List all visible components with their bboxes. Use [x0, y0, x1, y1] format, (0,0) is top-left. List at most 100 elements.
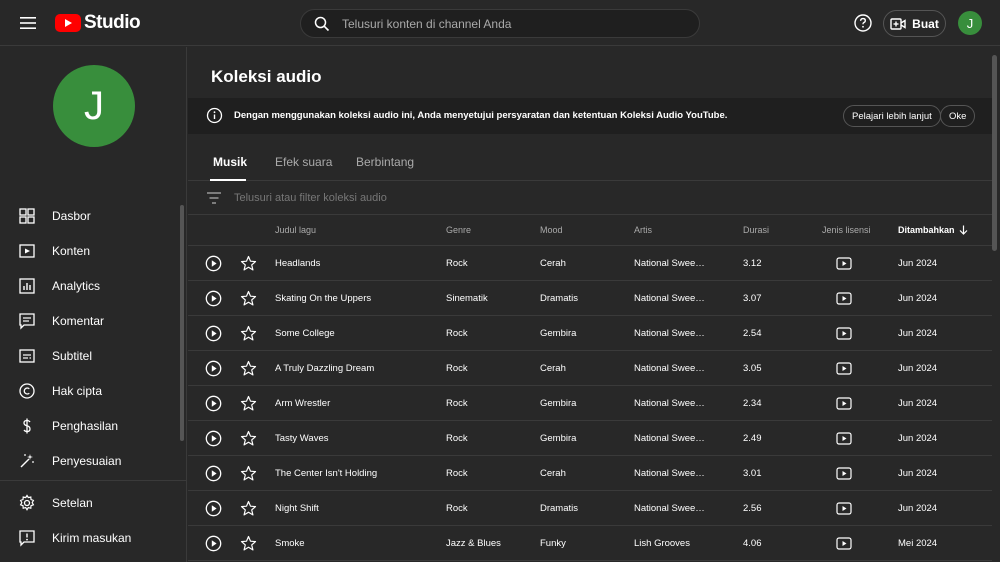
tab-efek-suara[interactable]: Efek suara	[275, 155, 332, 169]
hamburger-menu-icon[interactable]	[16, 11, 40, 35]
track-artist: National Swee…	[634, 503, 705, 514]
track-mood: Dramatis	[540, 293, 579, 304]
youtube-studio-logo[interactable]: Studio	[55, 12, 141, 34]
star-icon[interactable]	[240, 500, 257, 517]
page-title: Koleksi audio	[211, 67, 322, 86]
learn-more-button[interactable]: Pelajari lebih lanjut	[843, 105, 941, 127]
sidebar-item-analytics[interactable]: Analytics	[0, 268, 180, 303]
table-row[interactable]: Arm Wrestler Rock Gembira National Swee… 2.3…	[188, 386, 992, 421]
subtitles-icon	[19, 348, 35, 363]
tab-bar: Musik Efek suara Berbintang	[188, 151, 992, 181]
search-input[interactable]: Telusuri konten di channel Anda	[342, 17, 511, 31]
star-icon[interactable]	[240, 360, 257, 377]
table-row[interactable]: Headlands Rock Cerah National Swee… 3.12 Jun …	[188, 246, 992, 281]
sidebar-item-kirim-masukan[interactable]: Kirim masukan	[0, 520, 180, 555]
tab-musik[interactable]: Musik	[213, 155, 247, 169]
channel-avatar[interactable]: J	[53, 65, 135, 147]
filter-icon[interactable]	[207, 192, 221, 204]
filter-input[interactable]: Telusuri atau filter koleksi audio	[234, 192, 387, 204]
play-icon[interactable]	[205, 535, 222, 552]
sidebar-item-setelan[interactable]: Setelan	[0, 485, 180, 520]
table-row[interactable]: Night Shift Rock Dramatis National Swee… 2.5…	[188, 491, 992, 526]
track-mood: Funky	[540, 538, 566, 549]
column-header-license[interactable]: Jenis lisensi	[822, 225, 871, 235]
play-icon[interactable]	[205, 395, 222, 412]
track-added-date: Jun 2024	[898, 503, 938, 514]
sidebar-item-label: Setelan	[52, 495, 93, 510]
create-label: Buat	[912, 16, 939, 31]
account-avatar[interactable]: J	[958, 11, 982, 35]
sidebar-item-dasbor[interactable]: Dasbor	[0, 198, 180, 233]
track-title: Some College	[275, 328, 335, 339]
column-header-genre[interactable]: Genre	[446, 225, 471, 235]
star-icon[interactable]	[240, 465, 257, 482]
table-row[interactable]: A Truly Dazzling Dream Rock Cerah National …	[188, 351, 992, 386]
main-content: Koleksi audio Dengan menggunakan koleksi…	[188, 47, 1000, 562]
sidebar-item-label: Penghasilan	[52, 418, 119, 433]
track-duration: 3.12	[743, 258, 762, 269]
star-icon[interactable]	[240, 325, 257, 342]
track-artist: National Swee…	[634, 293, 705, 304]
sidebar-item-label: Komentar	[52, 313, 105, 328]
sidebar-item-penyesuaian[interactable]: Penyesuaian	[0, 443, 180, 478]
tab-berbintang[interactable]: Berbintang	[356, 155, 414, 169]
play-icon[interactable]	[205, 255, 222, 272]
table-row[interactable]: Tasty Waves Rock Gembira National Swee… 2.49…	[188, 421, 992, 456]
license-type-icon	[836, 537, 852, 550]
column-header-duration[interactable]: Durasi	[743, 225, 769, 235]
column-header-title[interactable]: Judul lagu	[275, 225, 316, 235]
sidebar-item-label: Subtitel	[52, 348, 93, 363]
track-duration: 3.05	[743, 363, 762, 374]
track-mood: Cerah	[540, 363, 566, 374]
play-icon[interactable]	[205, 465, 222, 482]
dashboard-icon	[19, 207, 35, 224]
main-scrollbar[interactable]	[992, 55, 997, 251]
table-row[interactable]: Smoke Jazz & Blues Funky Lish Grooves 4.06 Me…	[188, 526, 992, 561]
play-icon[interactable]	[205, 290, 222, 307]
track-artist: Lish Grooves	[634, 538, 690, 549]
track-added-date: Jun 2024	[898, 433, 938, 444]
track-duration: 2.49	[743, 433, 762, 444]
column-header-mood[interactable]: Mood	[540, 225, 563, 235]
help-icon[interactable]	[852, 12, 874, 34]
sidebar-scrollbar[interactable]	[180, 205, 184, 441]
star-icon[interactable]	[240, 255, 257, 272]
star-icon[interactable]	[240, 290, 257, 307]
create-button[interactable]: Buat	[883, 10, 946, 37]
track-genre: Rock	[446, 433, 468, 444]
search-bar[interactable]: Telusuri konten di channel Anda	[300, 9, 700, 38]
feedback-icon	[19, 529, 35, 547]
track-duration: 3.07	[743, 293, 762, 304]
track-artist: National Swee…	[634, 328, 705, 339]
table-header: Judul lagu Genre Mood Artis Durasi Jenis…	[188, 216, 992, 246]
track-duration: 3.01	[743, 468, 762, 479]
star-icon[interactable]	[240, 430, 257, 447]
table-row[interactable]: Some College Rock Gembira National Swee… 2.5…	[188, 316, 992, 351]
play-icon[interactable]	[205, 430, 222, 447]
track-title: Night Shift	[275, 503, 319, 514]
sidebar-item-penghasilan[interactable]: Penghasilan	[0, 408, 180, 443]
play-icon[interactable]	[205, 500, 222, 517]
track-genre: Rock	[446, 503, 468, 514]
star-icon[interactable]	[240, 395, 257, 412]
sidebar-divider	[0, 480, 186, 481]
filter-bar[interactable]: Telusuri atau filter koleksi audio	[188, 183, 992, 215]
track-artist: National Swee…	[634, 468, 705, 479]
sidebar-item-subtitel[interactable]: Subtitel	[0, 338, 180, 373]
table-row[interactable]: Skating On the Uppers Sinematik Dramatis Na…	[188, 281, 992, 316]
sidebar-item-komentar[interactable]: Komentar	[0, 303, 180, 338]
ok-button[interactable]: Oke	[940, 105, 976, 127]
sidebar-item-label: Analytics	[52, 278, 101, 293]
sidebar-item-hak-cipta[interactable]: Hak cipta	[0, 373, 180, 408]
column-header-added[interactable]: Ditambahkan	[898, 225, 968, 235]
track-genre: Rock	[446, 363, 468, 374]
column-header-artist[interactable]: Artis	[634, 225, 652, 235]
play-icon[interactable]	[205, 360, 222, 377]
star-icon[interactable]	[240, 535, 257, 552]
sidebar-item-konten[interactable]: Konten	[0, 233, 180, 268]
play-icon[interactable]	[205, 325, 222, 342]
table-row[interactable]: The Center Isn't Holding Rock Cerah Nationa…	[188, 456, 992, 491]
track-mood: Dramatis	[540, 503, 579, 514]
track-mood: Gembira	[540, 433, 577, 444]
track-mood: Gembira	[540, 398, 577, 409]
